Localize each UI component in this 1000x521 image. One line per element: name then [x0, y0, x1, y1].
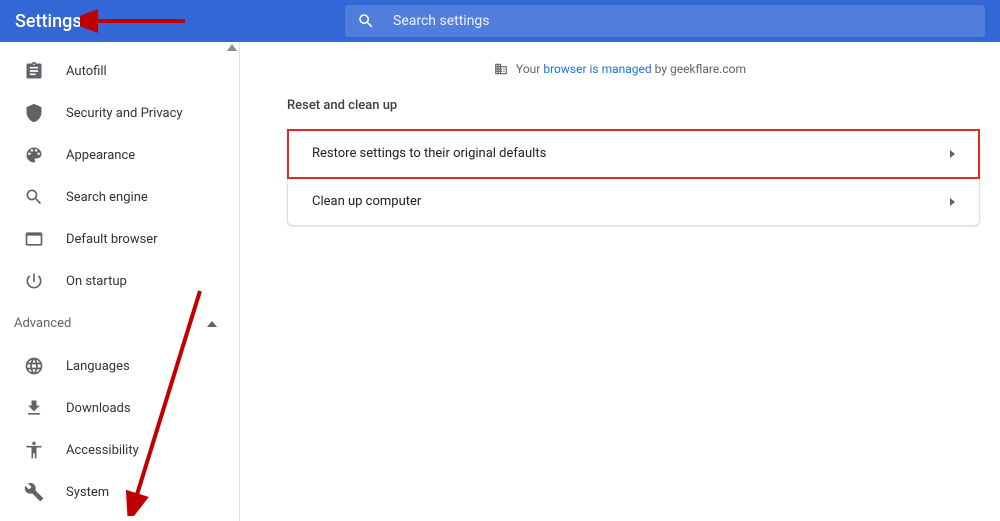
autofill-icon — [24, 61, 44, 81]
sidebar-item-languages[interactable]: Languages — [0, 345, 239, 387]
sidebar-item-default-browser[interactable]: Default browser — [0, 218, 239, 260]
row-label: Clean up computer — [312, 194, 421, 209]
building-icon — [494, 62, 508, 76]
restore-defaults-row[interactable]: Restore settings to their original defau… — [288, 130, 979, 178]
scrollbar-up-icon[interactable] — [227, 44, 237, 51]
sidebar-item-downloads[interactable]: Downloads — [0, 387, 239, 429]
managed-link[interactable]: browser is managed — [543, 62, 651, 76]
sidebar-item-label: Downloads — [66, 401, 131, 416]
sidebar: Autofill Security and Privacy Appearance… — [0, 42, 240, 521]
managed-suffix: by geekflare.com — [655, 62, 746, 76]
search-input[interactable] — [393, 13, 973, 29]
sidebar-item-label: Autofill — [66, 64, 107, 79]
sidebar-item-label: Default browser — [66, 232, 158, 247]
section-title: Reset and clean up — [287, 98, 980, 113]
sidebar-item-label: Search engine — [66, 190, 148, 205]
advanced-label: Advanced — [14, 316, 71, 331]
palette-icon — [24, 145, 44, 165]
settings-card: Restore settings to their original defau… — [287, 129, 980, 226]
chevron-right-icon — [950, 150, 955, 158]
sidebar-item-label: Security and Privacy — [66, 106, 183, 121]
sidebar-item-security[interactable]: Security and Privacy — [0, 92, 239, 134]
sidebar-item-reset[interactable]: Reset and clean up — [0, 513, 239, 521]
row-label: Restore settings to their original defau… — [312, 146, 546, 161]
accessibility-icon — [24, 440, 44, 460]
sidebar-item-label: Appearance — [66, 148, 135, 163]
sidebar-item-label: System — [66, 485, 109, 500]
clean-up-computer-row[interactable]: Clean up computer — [288, 178, 979, 225]
main-content: Your browser is managed by geekflare.com… — [240, 42, 1000, 521]
search-icon — [24, 187, 44, 207]
sidebar-item-system[interactable]: System — [0, 471, 239, 513]
search-icon — [357, 12, 375, 30]
sidebar-item-label: Languages — [66, 359, 130, 374]
chevron-up-icon — [207, 321, 217, 327]
sidebar-item-search-engine[interactable]: Search engine — [0, 176, 239, 218]
sidebar-item-label: On startup — [66, 274, 127, 289]
search-container[interactable] — [345, 5, 985, 37]
download-icon — [24, 398, 44, 418]
sidebar-item-accessibility[interactable]: Accessibility — [0, 429, 239, 471]
page-title: Settings — [15, 11, 345, 32]
sidebar-item-label: Accessibility — [66, 443, 139, 458]
managed-prefix: Your — [516, 62, 540, 76]
advanced-toggle[interactable]: Advanced — [0, 302, 239, 345]
managed-notice: Your browser is managed by geekflare.com — [260, 52, 980, 92]
globe-icon — [24, 356, 44, 376]
power-icon — [24, 271, 44, 291]
sidebar-item-appearance[interactable]: Appearance — [0, 134, 239, 176]
sidebar-item-autofill[interactable]: Autofill — [0, 50, 239, 92]
sidebar-item-on-startup[interactable]: On startup — [0, 260, 239, 302]
shield-icon — [24, 103, 44, 123]
chevron-right-icon — [950, 198, 955, 206]
header: Settings — [0, 0, 1000, 42]
browser-icon — [24, 229, 44, 249]
wrench-icon — [24, 482, 44, 502]
